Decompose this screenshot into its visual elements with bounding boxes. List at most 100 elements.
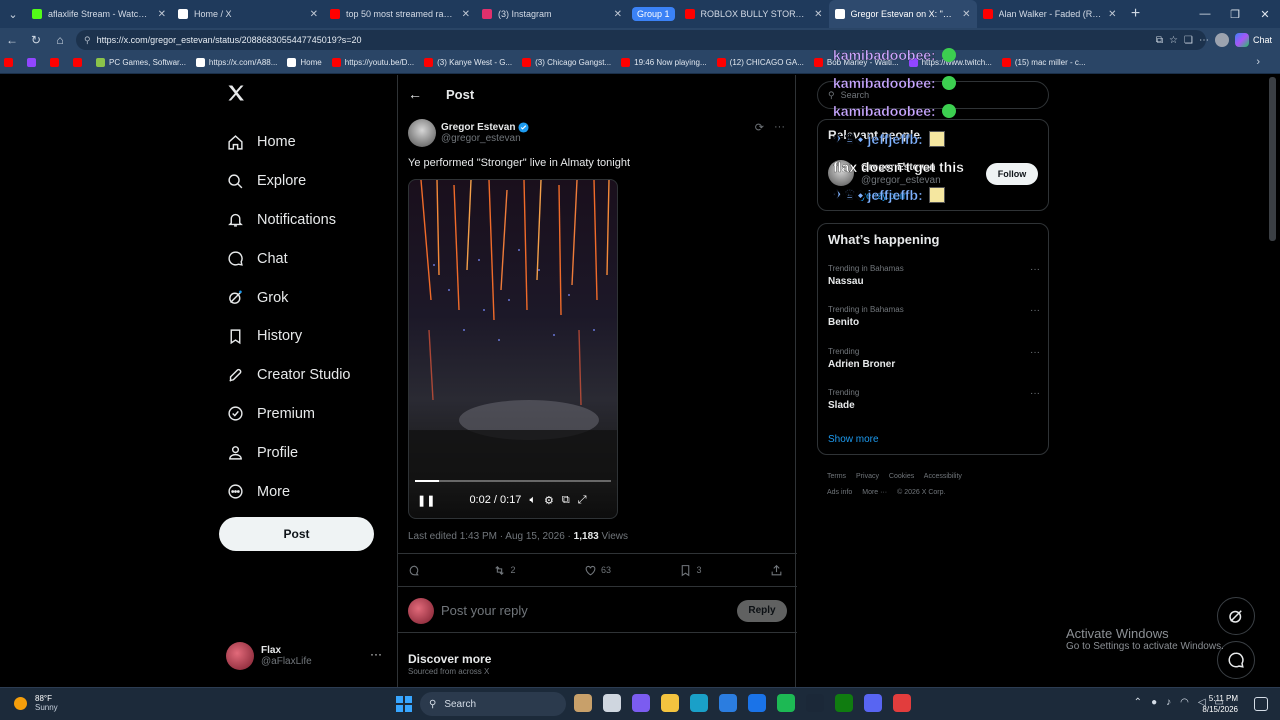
repost-action[interactable]: 2	[493, 564, 516, 577]
nav-item-creator-studio[interactable]: Creator Studio	[225, 356, 351, 395]
author-name[interactable]: Gregor Estevan	[441, 122, 515, 133]
bookmark-item[interactable]	[27, 58, 40, 67]
browser-tab[interactable]: (3) Instagram ✕	[476, 0, 628, 28]
extensions-icon[interactable]: ⧉	[1156, 35, 1163, 46]
footer-link[interactable]: Accessibility	[924, 473, 962, 480]
grok-icon[interactable]: ⟳	[755, 121, 764, 134]
reply-input[interactable]: Post your reply	[441, 603, 737, 618]
browser-tab-active[interactable]: Gregor Estevan on X: "Ye pe ✕	[828, 0, 977, 28]
microphone-icon[interactable]: ♪	[1166, 697, 1171, 708]
scrollbar[interactable]	[1269, 77, 1276, 241]
bookmark-action[interactable]: 3	[679, 564, 702, 577]
tray-app-icon[interactable]: ●	[1151, 697, 1157, 708]
edge-icon[interactable]	[690, 694, 708, 712]
nav-item-notifications[interactable]: Notifications	[225, 201, 351, 240]
tab-list-dropdown-icon[interactable]: ⌄	[0, 0, 26, 28]
footer-link[interactable]: Ads info	[827, 489, 852, 496]
avatar[interactable]	[408, 119, 436, 147]
close-tab-icon[interactable]: ✕	[310, 9, 318, 20]
bookmark-item[interactable]: https://x.com/A88...	[195, 58, 277, 67]
discord-icon[interactable]	[864, 694, 882, 712]
author-handle[interactable]: @gregor_estevan	[441, 133, 529, 144]
back-icon[interactable]: ←	[0, 28, 24, 52]
more-dots-icon[interactable]: ···	[774, 121, 785, 134]
reload-icon[interactable]: ↻	[24, 28, 48, 52]
nav-item-grok[interactable]: Grok	[225, 278, 351, 317]
app-icon[interactable]	[893, 694, 911, 712]
nav-item-history[interactable]: History	[225, 317, 351, 356]
x-logo-icon[interactable]	[226, 83, 246, 103]
bookmark-item[interactable]: (3) Chicago Gangst...	[522, 58, 611, 67]
more-dots-icon[interactable]: ···	[1030, 305, 1040, 316]
file-explorer-icon[interactable]	[661, 694, 679, 712]
close-tab-icon[interactable]: ✕	[462, 9, 470, 20]
browser-tab[interactable]: ROBLOX BULLY STORY - RUNAW ✕	[679, 0, 829, 28]
widgets-icon[interactable]	[574, 694, 592, 712]
trend-item[interactable]: Trending Slade ···	[828, 388, 1040, 422]
bookmark-item[interactable]: Home	[287, 58, 322, 67]
pip-icon[interactable]: ⧉	[562, 494, 570, 507]
steam-icon[interactable]	[806, 694, 824, 712]
weather-widget[interactable]: 88°F Sunny	[14, 694, 58, 712]
fullscreen-icon[interactable]: ⤢	[578, 494, 587, 507]
nav-item-explore[interactable]: Explore	[225, 162, 351, 201]
outlook-icon[interactable]	[748, 694, 766, 712]
taskbar-search[interactable]: ⚲ Search	[420, 692, 566, 716]
bookmark-item[interactable]	[50, 58, 63, 67]
nav-item-chat[interactable]: Chat	[225, 239, 351, 278]
footer-link[interactable]: Privacy	[856, 473, 879, 480]
teams-icon[interactable]	[632, 694, 650, 712]
settings-gear-icon[interactable]: ⚙	[544, 494, 554, 507]
bookmark-item[interactable]: 19:46 Now playing...	[621, 58, 707, 67]
bookmark-item[interactable]: (3) Kanye West - G...	[424, 58, 512, 67]
bookmark-item[interactable]	[4, 58, 17, 67]
close-window-icon[interactable]: ✕	[1250, 0, 1280, 28]
back-arrow-icon[interactable]: ←	[408, 86, 438, 102]
nav-item-more[interactable]: More	[225, 472, 351, 511]
more-dots-icon[interactable]: ···	[1030, 264, 1040, 275]
show-more-link[interactable]: Show more	[828, 434, 879, 445]
browser-tab[interactable]: top 50 most streamed rap songs ✕	[324, 0, 476, 28]
site-info-icon[interactable]: ⚲	[84, 35, 91, 46]
close-tab-icon[interactable]: ✕	[158, 9, 166, 20]
windows-start-icon[interactable]	[396, 696, 412, 712]
footer-link[interactable]: Cookies	[889, 473, 914, 480]
minimize-icon[interactable]: —	[1190, 0, 1220, 28]
reply-action[interactable]	[408, 564, 425, 577]
nav-item-home[interactable]: Home	[225, 123, 351, 162]
settings-more-icon[interactable]: ⋯	[1199, 35, 1209, 46]
collections-icon[interactable]: ❏	[1184, 35, 1193, 46]
post-author[interactable]: Gregor Estevan @gregor_estevan	[408, 119, 530, 147]
nav-item-premium[interactable]: Premium	[225, 395, 351, 434]
xbox-icon[interactable]	[835, 694, 853, 712]
more-dots-icon[interactable]: ···	[1030, 388, 1040, 399]
close-tab-icon[interactable]: ✕	[814, 9, 822, 20]
tab-group-chip[interactable]: Group 1	[632, 7, 675, 21]
home-icon[interactable]: ⌂	[48, 28, 72, 52]
more-dots-icon[interactable]: ···	[1030, 347, 1040, 358]
post-button[interactable]: Post	[219, 517, 374, 551]
trend-item[interactable]: Trending Adrien Broner ···	[828, 347, 1040, 381]
profile-avatar[interactable]	[1214, 33, 1229, 47]
bookmark-item[interactable]	[73, 58, 86, 67]
pause-icon[interactable]: ❚❚	[417, 494, 435, 507]
favorites-icon[interactable]: ☆	[1169, 35, 1178, 46]
task-view-icon[interactable]	[603, 694, 621, 712]
bookmarks-overflow-icon[interactable]: ›	[1256, 56, 1260, 68]
bookmark-item[interactable]: https://youtu.be/D...	[331, 58, 414, 67]
bookmark-item[interactable]: (12) CHICAGO GA...	[716, 58, 804, 67]
maximize-icon[interactable]: ❐	[1220, 0, 1250, 28]
share-action[interactable]	[770, 564, 787, 577]
copilot-button[interactable]: Chat	[1234, 33, 1272, 47]
volume-icon[interactable]: 🔈︎	[529, 494, 536, 507]
chevron-up-icon[interactable]: ⌃	[1134, 697, 1142, 708]
video-player[interactable]: ❚❚ 0:02 / 0:17 🔈︎ ⚙ ⧉ ⤢	[408, 179, 618, 519]
edited-timestamp[interactable]: Last edited 1:43 PM · Aug 15, 2026 ·	[408, 531, 574, 542]
close-tab-icon[interactable]: ✕	[614, 9, 622, 20]
store-icon[interactable]	[719, 694, 737, 712]
bookmark-item[interactable]: PC Games, Softwar...	[96, 58, 186, 67]
trend-item[interactable]: Trending in Bahamas Nassau ···	[828, 264, 1040, 298]
clock[interactable]: 5:11 PM 8/15/2026	[1202, 693, 1238, 715]
close-tab-icon[interactable]: ✕	[1108, 9, 1116, 20]
notification-center-icon[interactable]	[1254, 697, 1268, 711]
